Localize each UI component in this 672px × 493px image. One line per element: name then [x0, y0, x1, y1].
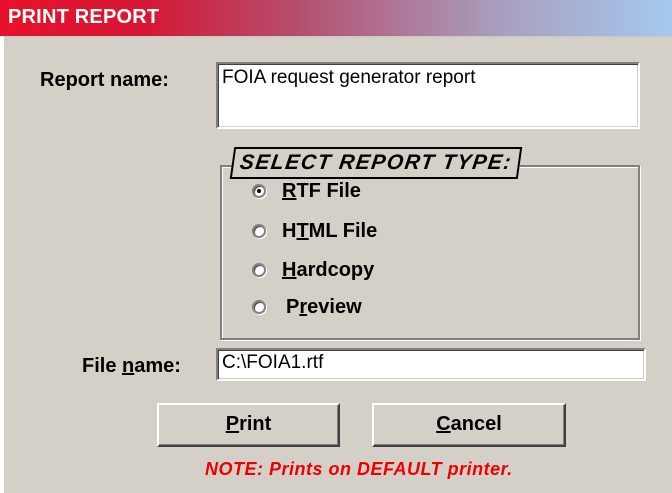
window-frame — [0, 36, 4, 493]
radio-button-rtf[interactable] — [252, 184, 266, 198]
radio-button-hardcopy[interactable] — [252, 263, 266, 277]
report-name-label: Report name: — [40, 69, 169, 91]
window-title: PRINT REPORT — [8, 6, 160, 28]
file-name-value: C:\FOIA1.rtf — [222, 352, 324, 373]
radio-button-html[interactable] — [252, 224, 266, 238]
file-name-field[interactable]: C:\FOIA1.rtf — [216, 348, 646, 381]
radio-label-hardcopy[interactable]: Hardcopy — [282, 259, 374, 282]
radio-label-rtf[interactable]: RTF File — [282, 180, 361, 203]
file-name-label: File name: — [82, 355, 181, 377]
print-button[interactable]: Print — [157, 403, 340, 447]
radio-hardcopy[interactable]: Hardcopy — [252, 256, 374, 284]
radio-html-file[interactable]: HTML File — [252, 217, 377, 245]
report-name-value: FOIA request generator report — [222, 67, 476, 88]
report-type-legend: SELECT REPORT TYPE: — [229, 147, 523, 179]
printer-note: NOTE: Prints on DEFAULT printer. — [205, 459, 513, 479]
radio-preview[interactable]: Preview — [252, 293, 362, 321]
report-name-field[interactable]: FOIA request generator report — [216, 62, 640, 129]
radio-rtf-file[interactable]: RTF File — [252, 177, 361, 205]
radio-button-preview[interactable] — [252, 300, 266, 314]
radio-label-html[interactable]: HTML File — [282, 220, 377, 243]
radio-label-preview[interactable]: Preview — [286, 296, 362, 319]
cancel-button[interactable]: Cancel — [372, 403, 566, 447]
radio-selected-dot — [257, 189, 261, 193]
title-bar: PRINT REPORT — [0, 0, 672, 37]
